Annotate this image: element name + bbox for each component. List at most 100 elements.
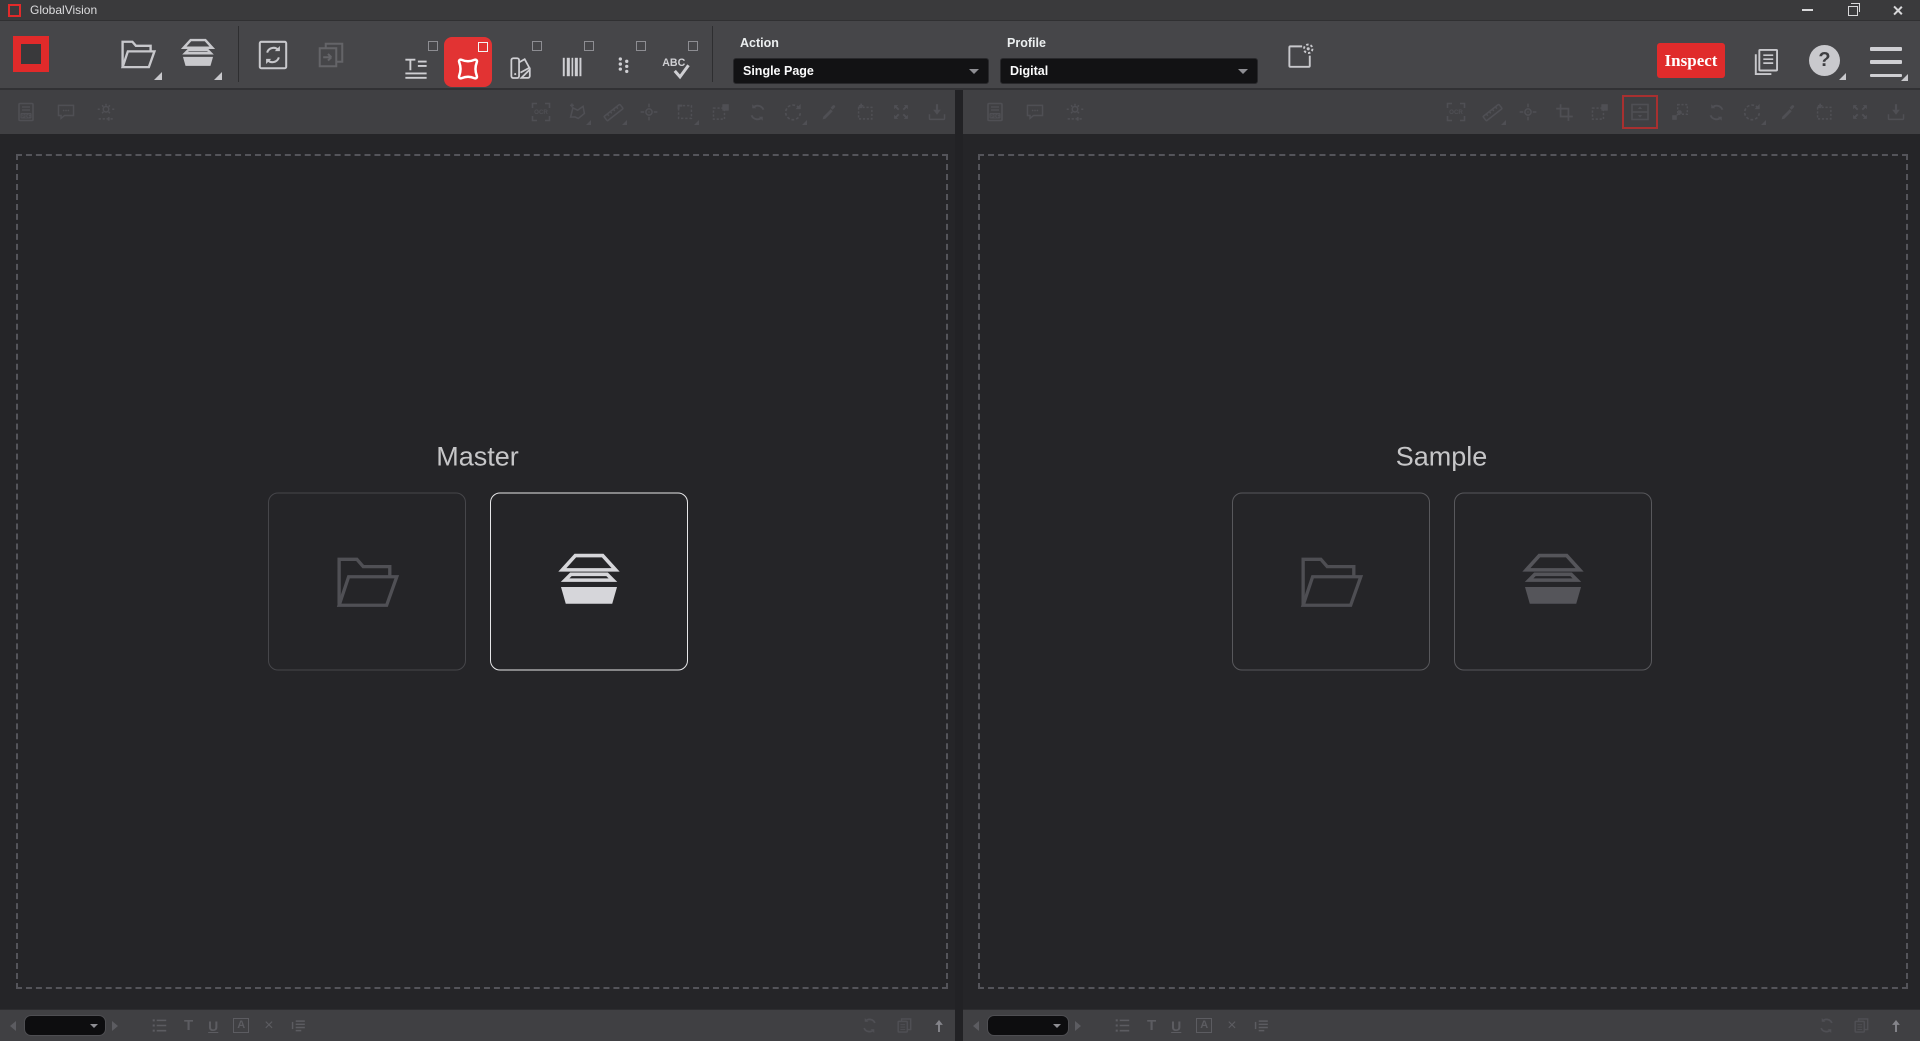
menu-dropdown-arrow[interactable]: [1901, 74, 1908, 81]
sample-refresh-button[interactable]: [1704, 100, 1728, 124]
scan-dropdown-arrow[interactable]: [214, 72, 222, 80]
mode-color-inspection[interactable]: [496, 37, 544, 87]
braille-inspection-checkbox[interactable]: [636, 41, 646, 51]
indent-settings-icon[interactable]: [1252, 1016, 1271, 1035]
master-add-region-button[interactable]: [853, 100, 877, 124]
underline-tool-button[interactable]: U: [208, 1018, 218, 1034]
delete-annotation-button[interactable]: ×: [1227, 1017, 1236, 1035]
rotate-dropdown-arrow[interactable]: [1761, 120, 1766, 125]
sample-rotate-button[interactable]: [1740, 100, 1764, 124]
master-ocr-button[interactable]: OCR: [529, 100, 553, 124]
close-button[interactable]: [1875, 0, 1920, 20]
measure-dropdown-arrow[interactable]: [622, 120, 627, 125]
sample-ocr-button[interactable]: OCR: [1444, 100, 1468, 124]
master-save-image-button[interactable]: [925, 100, 949, 124]
sample-resize-region-button[interactable]: [1668, 100, 1692, 124]
master-prev-page-button[interactable]: [10, 1021, 16, 1031]
menu-button[interactable]: [1870, 47, 1902, 77]
mode-graphics-inspection[interactable]: [444, 37, 492, 87]
sample-scan-button[interactable]: [1454, 492, 1652, 670]
mode-barcode-inspection[interactable]: [548, 37, 596, 87]
master-crop-button[interactable]: [673, 100, 697, 124]
sample-comment-button[interactable]: [1023, 100, 1047, 124]
sample-fit-view-button[interactable]: [1848, 100, 1872, 124]
export-pages-button[interactable]: [308, 32, 354, 78]
sample-prev-page-button[interactable]: [973, 1021, 979, 1031]
scan-master-button[interactable]: [172, 28, 224, 80]
mode-braille-inspection[interactable]: [600, 37, 648, 87]
frame-text-tool-button[interactable]: A: [233, 1018, 249, 1033]
delete-annotation-button[interactable]: ×: [264, 1017, 273, 1035]
help-button[interactable]: ?: [1809, 45, 1840, 76]
sample-bottom-right-group: [1816, 1010, 1906, 1041]
action-dropdown[interactable]: Single Page: [733, 58, 989, 84]
sample-move-region-button[interactable]: [1588, 100, 1612, 124]
sample-page-selector[interactable]: [987, 1015, 1069, 1036]
svg-text:OCR: OCR: [534, 109, 548, 116]
help-dropdown-arrow[interactable]: [1839, 73, 1846, 80]
sample-split-compare-button[interactable]: [1622, 95, 1658, 129]
master-pdf-button[interactable]: PDF: [14, 100, 38, 124]
sync-button[interactable]: [250, 32, 296, 78]
list-icon[interactable]: [1113, 1016, 1132, 1035]
measure-dropdown-arrow[interactable]: [1501, 120, 1506, 125]
master-load-file-button[interactable]: [268, 492, 466, 670]
underline-tool-button[interactable]: U: [1171, 1018, 1181, 1034]
mode-spelling-inspection[interactable]: ABC: [652, 37, 700, 87]
sample-panel-toolbar: PDF OCR: [963, 90, 1920, 134]
master-page-selector[interactable]: [24, 1015, 106, 1036]
sample-brightness-button[interactable]: [1063, 100, 1087, 124]
text-tool-button[interactable]: T: [1147, 1017, 1156, 1034]
sample-load-file-button[interactable]: [1232, 492, 1430, 670]
sample-reload-button[interactable]: [1816, 1016, 1836, 1036]
sample-crop-button[interactable]: [1552, 100, 1576, 124]
profile-settings-button[interactable]: [1280, 37, 1320, 77]
master-rotate-button[interactable]: [781, 100, 805, 124]
sample-pdf-button[interactable]: PDF: [983, 100, 1007, 124]
restore-button[interactable]: [1830, 0, 1875, 20]
hamburger-icon: [1870, 47, 1902, 51]
text-inspection-checkbox[interactable]: [428, 41, 438, 51]
graphics-inspection-checkbox[interactable]: [478, 42, 488, 52]
master-comment-button[interactable]: [54, 100, 78, 124]
sample-upload-button[interactable]: [1886, 1016, 1906, 1036]
sample-eyedropper-button[interactable]: [1776, 100, 1800, 124]
svg-text:PDF: PDF: [990, 114, 999, 119]
list-icon[interactable]: [150, 1016, 169, 1035]
mode-text-inspection[interactable]: [392, 37, 440, 87]
master-reload-button[interactable]: [859, 1016, 879, 1036]
master-move-region-button[interactable]: [709, 100, 733, 124]
inspect-button[interactable]: Inspect: [1657, 43, 1725, 78]
sample-measure-button[interactable]: [1480, 100, 1504, 124]
master-next-page-button[interactable]: [112, 1021, 118, 1031]
frame-text-tool-button[interactable]: A: [1196, 1018, 1212, 1033]
open-master-file-button[interactable]: [112, 28, 164, 80]
text-tool-button[interactable]: T: [184, 1017, 193, 1034]
sample-add-region-button[interactable]: [1812, 100, 1836, 124]
open-file-dropdown-arrow[interactable]: [154, 72, 162, 80]
master-measure-button[interactable]: [601, 100, 625, 124]
master-eyedropper-button[interactable]: [817, 100, 841, 124]
report-button[interactable]: [1745, 42, 1785, 82]
master-pages-button[interactable]: [894, 1016, 914, 1036]
sample-crosshair-button[interactable]: [1516, 100, 1540, 124]
master-upload-button[interactable]: [929, 1016, 949, 1036]
master-scan-button[interactable]: [490, 492, 688, 670]
master-lasso-button[interactable]: [565, 100, 589, 124]
minimize-button[interactable]: [1785, 0, 1830, 20]
master-refresh-button[interactable]: [745, 100, 769, 124]
barcode-inspection-checkbox[interactable]: [584, 41, 594, 51]
sample-pages-button[interactable]: [1851, 1016, 1871, 1036]
sample-next-page-button[interactable]: [1075, 1021, 1081, 1031]
sample-save-image-button[interactable]: [1884, 100, 1908, 124]
rotate-dropdown-arrow[interactable]: [802, 120, 807, 125]
profile-dropdown[interactable]: Digital: [1000, 58, 1258, 84]
crop-dropdown-arrow[interactable]: [694, 120, 699, 125]
spelling-inspection-checkbox[interactable]: [688, 41, 698, 51]
master-crosshair-button[interactable]: [637, 100, 661, 124]
lasso-dropdown-arrow[interactable]: [586, 120, 591, 125]
master-brightness-button[interactable]: [94, 100, 118, 124]
master-fit-view-button[interactable]: [889, 100, 913, 124]
color-inspection-checkbox[interactable]: [532, 41, 542, 51]
indent-settings-icon[interactable]: [289, 1016, 308, 1035]
